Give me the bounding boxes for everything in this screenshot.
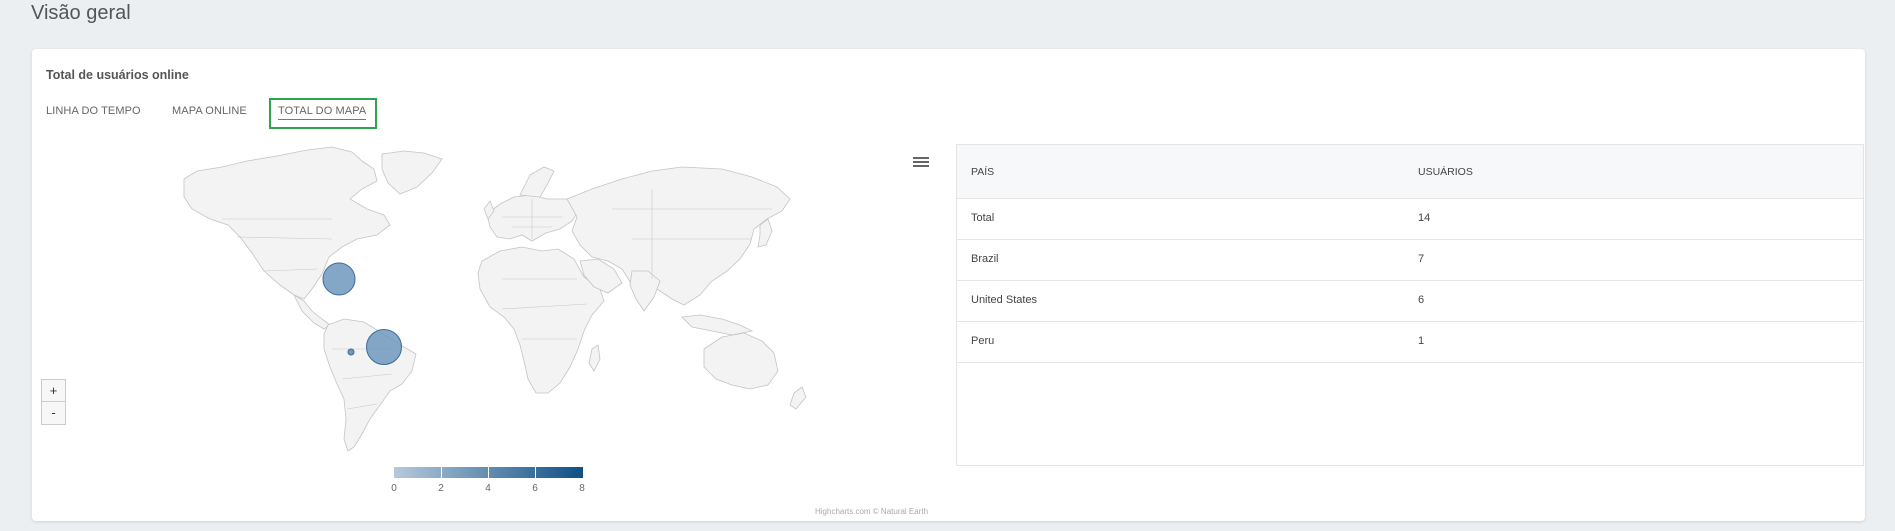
map-region-india [629, 270, 661, 312]
table-header: PAÍS USUÁRIOS [957, 145, 1863, 199]
legend-tick: 4 [485, 483, 491, 494]
map-region-central-america [293, 293, 331, 330]
cell-country: Total [971, 212, 995, 224]
cell-users: 7 [1418, 253, 1425, 265]
online-users-card: Total de usuários online LINHA DO TEMPO … [32, 49, 1865, 521]
legend-tick: 8 [579, 483, 585, 494]
zoom-in-button[interactable]: + [41, 379, 66, 403]
table-row: Total 14 [957, 199, 1863, 240]
table-row: United States 6 [957, 281, 1863, 322]
bubble-brazil [366, 329, 402, 365]
country-users-table: PAÍS USUÁRIOS Total 14 Brazil 7 United S… [956, 144, 1864, 466]
map-region-new-zealand [789, 386, 807, 410]
map-credits[interactable]: Highcharts.com © Natural Earth [815, 507, 928, 516]
cell-users: 1 [1418, 335, 1425, 347]
page-title: Visão geral [31, 2, 131, 24]
chart-menu-icon[interactable] [912, 155, 930, 171]
zoom-out-button[interactable]: - [41, 401, 66, 425]
map-region-indonesia [681, 314, 754, 336]
map-region-europe [486, 194, 581, 242]
map-region-madagascar [588, 344, 601, 372]
bubble-peru [347, 348, 355, 356]
map-region-greenland [381, 150, 443, 195]
cell-users: 14 [1418, 212, 1431, 224]
column-header-users: USUÁRIOS [1418, 166, 1473, 178]
bubble-united-states [322, 262, 356, 296]
world-map[interactable] [32, 49, 952, 469]
column-header-country: PAÍS [971, 166, 995, 178]
legend-tick: 0 [391, 483, 397, 494]
map-region-north-america [183, 146, 391, 300]
legend-gradient [394, 467, 583, 478]
cell-users: 6 [1418, 294, 1425, 306]
table-row: Peru 1 [957, 322, 1863, 363]
table-row: Brazil 7 [957, 240, 1863, 281]
legend-tick: 2 [438, 483, 444, 494]
map-region-scandinavia [519, 166, 555, 198]
cell-country: Peru [971, 335, 995, 347]
legend-tick: 6 [532, 483, 538, 494]
cell-country: United States [971, 294, 1038, 306]
cell-country: Brazil [971, 253, 999, 265]
map-region-australia [703, 332, 779, 390]
color-legend: 0 2 4 6 8 [391, 467, 585, 497]
